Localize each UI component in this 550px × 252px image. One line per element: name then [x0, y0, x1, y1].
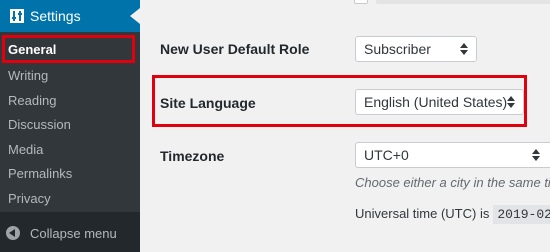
partial-checkbox-label: [376, 0, 550, 4]
general-highlight-box: [2, 35, 135, 63]
sidebar-item-writing[interactable]: Writing: [8, 68, 48, 83]
collapse-menu-label: Collapse menu: [30, 226, 117, 241]
sidebar-item-permalinks[interactable]: Permalinks: [8, 166, 72, 181]
settings-menu-item[interactable]: Settings: [0, 0, 140, 32]
sidebar-item-reading[interactable]: Reading: [8, 93, 56, 108]
site-language-label: Site Language: [160, 95, 256, 111]
partial-checkbox[interactable]: [354, 0, 368, 4]
select-arrows-icon: [507, 96, 515, 108]
settings-main: New User Default Role Subscriber Site La…: [140, 0, 550, 252]
settings-label: Settings: [30, 8, 81, 24]
collapse-menu-button[interactable]: Collapse menu: [0, 220, 140, 246]
utc-time-value: 2019-02-: [493, 205, 550, 224]
utc-time-line: Universal time (UTC) is2019-02-: [355, 205, 550, 224]
timezone-description: Choose either a city in the same ti: [355, 175, 550, 190]
timezone-label: Timezone: [160, 148, 225, 164]
sidebar-item-privacy[interactable]: Privacy: [8, 191, 51, 206]
new-user-role-label: New User Default Role: [160, 41, 310, 57]
site-language-select[interactable]: English (United States): [355, 89, 524, 115]
sidebar-item-discussion[interactable]: Discussion: [8, 117, 71, 132]
site-language-value: English (United States): [364, 94, 508, 110]
select-arrows-icon: [532, 149, 540, 161]
timezone-value: UTC+0: [364, 147, 409, 163]
select-arrows-icon: [460, 43, 468, 55]
new-user-role-select[interactable]: Subscriber: [355, 36, 477, 62]
settings-sliders-icon: [10, 9, 24, 23]
collapse-arrow-icon: [6, 226, 20, 240]
timezone-select[interactable]: UTC+0: [355, 142, 550, 168]
new-user-role-value: Subscriber: [364, 41, 431, 57]
current-menu-arrow: [130, 8, 140, 24]
sidebar-item-media[interactable]: Media: [8, 142, 43, 157]
admin-sidebar: Settings General Writing Reading Discuss…: [0, 0, 140, 252]
utc-label: Universal time (UTC) is: [355, 206, 490, 221]
